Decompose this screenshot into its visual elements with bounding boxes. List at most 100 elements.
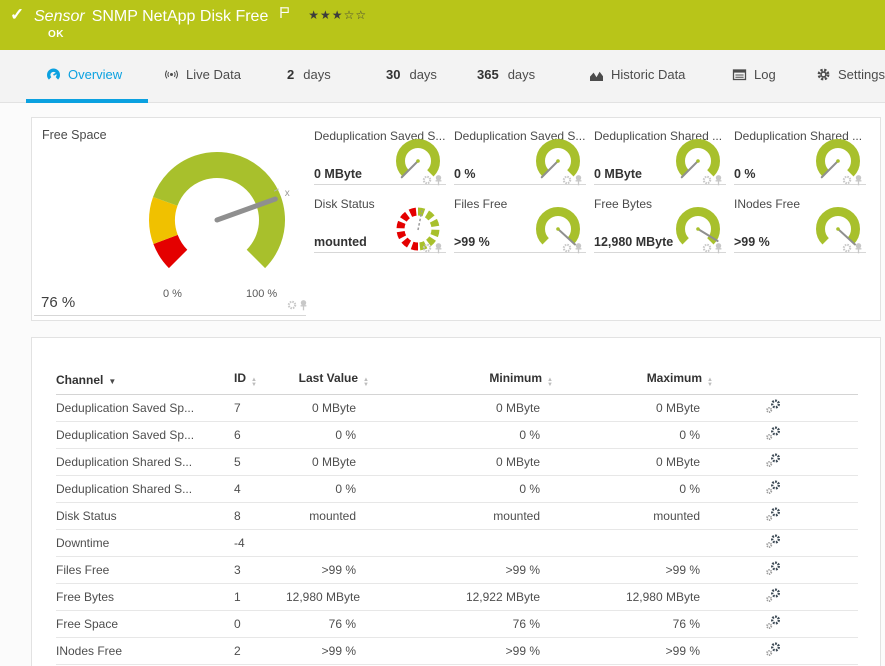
channel-settings-gears-icon[interactable] [765,452,781,469]
pin-icon [856,175,861,180]
gauge-min-label: 0 % [163,288,182,300]
channel-settings-gears-icon[interactable] [765,560,781,577]
table-row-inodes-free[interactable]: INodes Free2>99 %>99 %>99 % [56,637,858,664]
channel-settings-gears-icon[interactable] [765,533,781,550]
channel-settings-cell [713,394,858,421]
min-cell: 12,922 MByte [369,583,553,610]
id-cell: 4 [234,475,286,502]
channel-settings-cell [713,637,858,664]
star-filled-icon[interactable]: ★ [308,8,320,22]
channel-settings-gears-icon[interactable] [765,398,781,415]
star-empty-icon[interactable]: ☆ [355,8,367,22]
gauge-value: >99 % [734,235,770,249]
tile-gear-pin-icons[interactable] [410,241,444,254]
tile-gear-pin-icons[interactable] [690,241,724,254]
min-cell: 0 MByte [369,394,553,421]
tab-30-days[interactable]: 30 days [386,50,437,99]
star-filled-icon[interactable]: ★ [332,8,344,22]
tile-gear-pin-icons[interactable] [410,173,444,186]
channel-settings-gears-icon[interactable] [765,587,781,604]
gauge-label: Free Space [42,128,107,142]
gauge-value: 0 MByte [594,167,642,181]
gauge-label: Disk Status [314,197,375,211]
channel-settings-gears-icon[interactable] [765,614,781,631]
gauge-value: 0 MByte [314,167,362,181]
id-cell: 2 [234,637,286,664]
table-row-files-free[interactable]: Files Free3>99 %>99 %>99 % [56,556,858,583]
tab-settings[interactable]: Settings [816,50,885,99]
priority-flag-icon[interactable] [279,6,290,24]
priority-stars[interactable]: ★★★☆☆ [308,8,367,22]
tile-gear-pin-icons[interactable] [550,241,584,254]
tab-live-data[interactable]: Live Data [164,50,241,99]
channel-cell: Deduplication Saved Sp... [56,421,234,448]
max-cell: >99 % [553,556,713,583]
tile-gear-pin-icons[interactable] [275,298,309,311]
channel-cell: Files Free [56,556,234,583]
col-header-maximum[interactable]: Maximum▲▼ [553,366,713,394]
channel-cell: Disk Status [56,502,234,529]
last-cell: 12,980 MByte [286,583,369,610]
log-icon [732,67,747,82]
star-filled-icon[interactable]: ★ [320,8,332,22]
mini-gauge-tile-7[interactable]: Free Bytes 12,980 MByte [594,194,726,253]
table-row-deduplication-shared-s---[interactable]: Deduplication Shared S...40 %0 %0 % [56,475,858,502]
gear-icon [424,177,430,183]
tab-overview[interactable]: Overview [46,50,122,99]
channel-cell: INodes Free [56,637,234,664]
channel-settings-cell [713,556,858,583]
mini-gauge-tile-5[interactable]: Disk Status mounted [314,194,446,253]
tab-365-days[interactable]: 365 days [477,50,535,99]
col-header-id[interactable]: ID▲▼ [234,366,286,394]
id-cell: 3 [234,556,286,583]
max-cell: 0 % [553,421,713,448]
sort-icon: ▲▼ [251,378,257,388]
channel-cell: Free Space [56,610,234,637]
channels-table: Channel▼ ID▲▼ Last Value▲▼ Minimum▲▼ Max… [56,366,858,665]
pin-icon [856,243,861,248]
active-tab-underline [26,99,148,103]
mini-gauge-tile-1[interactable]: Deduplication Saved S... 0 MByte [314,126,446,185]
table-row-deduplication-saved-sp---[interactable]: Deduplication Saved Sp...60 %0 %0 % [56,421,858,448]
mini-gauge-tile-2[interactable]: Deduplication Saved S... 0 % [454,126,586,185]
channel-settings-gears-icon[interactable] [765,479,781,496]
tile-gear-pin-icons[interactable] [550,173,584,186]
signal-icon [164,67,179,82]
gauge-tile-free-space[interactable]: Free Space x 0 % 100 % 76 % [32,118,313,322]
tab-historic-data[interactable]: Historic Data [589,50,685,99]
overview-gauges-panel: Free Space x 0 % 100 % 76 % Deduplicatio… [31,117,881,321]
table-row-free-space[interactable]: Free Space076 %76 %76 % [56,610,858,637]
min-cell: 0 % [369,475,553,502]
mini-gauge-tile-6[interactable]: Files Free >99 % [454,194,586,253]
col-header-channel[interactable]: Channel▼ [56,366,234,394]
sort-icon: ▲▼ [547,378,553,388]
table-row-downtime[interactable]: Downtime-4 [56,529,858,556]
gauge-value: 0 % [454,167,476,181]
min-cell: 0 MByte [369,448,553,475]
max-cell: 12,980 MByte [553,583,713,610]
table-row-disk-status[interactable]: Disk Status8mountedmountedmounted [56,502,858,529]
tile-gear-pin-icons[interactable] [690,173,724,186]
tab-2-days[interactable]: 2 days [287,50,331,99]
mini-gauge-tile-4[interactable]: Deduplication Shared ... 0 % [734,126,866,185]
tab-log[interactable]: Log [732,50,776,99]
tile-gear-pin-icons[interactable] [830,241,864,254]
table-row-deduplication-shared-s---[interactable]: Deduplication Shared S...50 MByte0 MByte… [56,448,858,475]
mini-gauge-tile-8[interactable]: INodes Free >99 % [734,194,866,253]
channel-settings-gears-icon[interactable] [765,425,781,442]
channel-settings-gears-icon[interactable] [765,641,781,658]
star-empty-icon[interactable]: ☆ [344,8,356,22]
table-row-deduplication-saved-sp---[interactable]: Deduplication Saved Sp...70 MByte0 MByte… [56,394,858,421]
last-cell: mounted [286,502,369,529]
mini-gauge-tile-3[interactable]: Deduplication Shared ... 0 MByte [594,126,726,185]
channel-settings-gears-icon[interactable] [765,506,781,523]
tile-divider [34,315,306,316]
chart-icon [589,68,604,82]
pin-icon [716,175,721,180]
col-header-minimum[interactable]: Minimum▲▼ [369,366,553,394]
channel-settings-cell [713,583,858,610]
table-row-free-bytes[interactable]: Free Bytes112,980 MByte12,922 MByte12,98… [56,583,858,610]
tile-gear-pin-icons[interactable] [830,173,864,186]
max-cell: 0 MByte [553,448,713,475]
col-header-last-value[interactable]: Last Value▲▼ [286,366,369,394]
